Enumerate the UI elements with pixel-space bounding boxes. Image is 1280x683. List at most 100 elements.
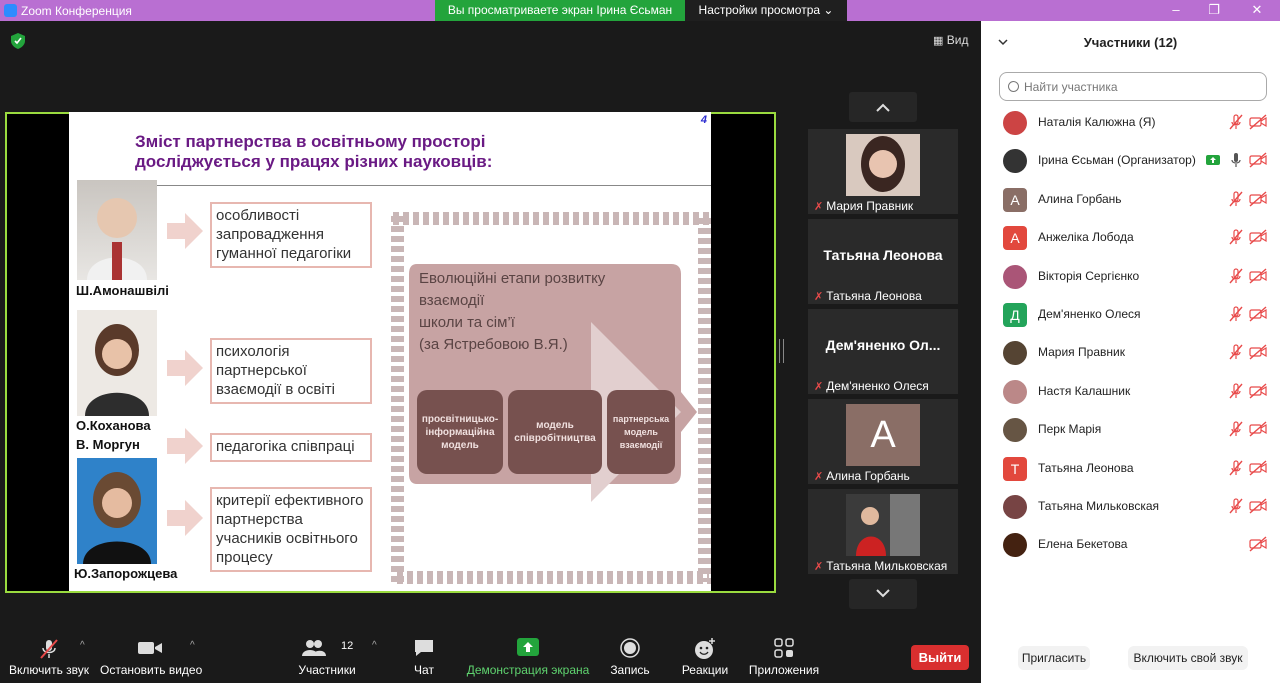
stop-video-label: Остановить видео: [100, 663, 203, 677]
chat-label: Чат: [414, 663, 434, 677]
audio-options-caret[interactable]: ^: [80, 640, 85, 651]
participant-row[interactable]: Ірина Єсьман (Организатор): [981, 142, 1280, 180]
participants-options-caret[interactable]: ^: [372, 640, 377, 651]
close-icon[interactable]: ✕: [1248, 2, 1266, 18]
avatar: [1003, 418, 1027, 443]
reactions-button[interactable]: Реакции: [678, 632, 732, 683]
meeting-toolbar: Включить звук ^ Остановить видео ^ 12 Уч…: [0, 632, 981, 683]
participant-row[interactable]: Д Дем'яненко Олеся: [981, 296, 1280, 334]
participant-row[interactable]: Перк Марія: [981, 411, 1280, 449]
video-tile[interactable]: Дем'яненко Ол... ✗ Дем'яненко Олеся: [808, 309, 958, 394]
avatar: [1003, 495, 1027, 519]
mic-muted-icon: ✗: [814, 201, 824, 213]
tile-name: ✗ Дем'яненко Олеся: [814, 379, 929, 393]
slide-heading: Зміст партнерства в освітньому просторі …: [135, 132, 615, 172]
participant-row[interactable]: Настя Калашник: [981, 373, 1280, 411]
video-tile[interactable]: ✗ Мария Правник: [808, 129, 958, 214]
grid-icon: ▦: [933, 35, 944, 47]
mic-muted-icon: [1228, 383, 1244, 399]
tile-name-text: Мария Правник: [826, 199, 914, 213]
invite-button[interactable]: Пригласить: [1018, 646, 1090, 670]
video-tile[interactable]: ✗ Татьяна Мильковская: [808, 489, 958, 574]
tiles-up-button[interactable]: [849, 92, 917, 122]
security-shield-icon[interactable]: [11, 33, 25, 49]
meeting-area: ▦ Вид 4 Зміст партнерства в освітньому п…: [0, 21, 981, 632]
presentation-slide: 4 Зміст партнерства в освітньому простор…: [69, 112, 711, 591]
person-name: О.Коханова: [76, 418, 151, 433]
view-button[interactable]: ▦ Вид: [933, 33, 968, 47]
minimize-icon[interactable]: –: [1167, 2, 1185, 18]
participant-row[interactable]: Мария Правник: [981, 334, 1280, 372]
participants-count: 12: [341, 640, 354, 652]
unmute-self-button[interactable]: Включить свой звук: [1128, 646, 1248, 670]
participant-row[interactable]: Елена Бекетова: [981, 526, 1280, 564]
participant-name: Мария Правник: [1038, 345, 1125, 360]
avatar: [1003, 341, 1027, 366]
view-label: Вид: [946, 33, 969, 47]
participant-row[interactable]: А Анжеліка Лобода: [981, 219, 1280, 257]
view-options-button[interactable]: Настройки просмотра ⌄: [685, 0, 847, 21]
person-name: Ю.Запорожцева: [74, 566, 178, 581]
mic-muted-icon: [1228, 306, 1244, 322]
video-options-caret[interactable]: ^: [190, 640, 195, 651]
mic-muted-icon: ✗: [814, 291, 824, 303]
mic-muted-icon: [1228, 114, 1244, 130]
photo-zaporozhtseva: [77, 458, 157, 564]
stop-video-button[interactable]: Остановить видео: [100, 632, 203, 683]
apps-button[interactable]: Приложения: [748, 632, 820, 683]
maximize-icon[interactable]: ❐: [1205, 2, 1223, 18]
tile-big-name: Татьяна Леонова: [823, 247, 943, 263]
splitter-handle[interactable]: [779, 339, 784, 363]
tile-name: ✗ Мария Правник: [814, 199, 913, 213]
slide-heading-line2: досліджується у працях різних науковців:: [135, 152, 493, 171]
participants-button[interactable]: 12 Участники: [295, 632, 359, 683]
share-screen-button[interactable]: Демонстрация экрана: [466, 632, 590, 683]
participant-video: [846, 494, 920, 556]
participant-name: Дем'яненко Олеся: [1038, 307, 1141, 321]
avatar: [1003, 149, 1027, 174]
chevron-down-icon: [876, 589, 890, 598]
frame-title: Еволюційні етапи розвитку взаємодії школ…: [419, 268, 669, 356]
participant-row[interactable]: Вікторія Сергієнко: [981, 258, 1280, 296]
person-name: Ш.Амонашвілі: [76, 283, 169, 298]
mic-on-icon: [1228, 152, 1244, 168]
participant-row[interactable]: Татьяна Мильковская: [981, 488, 1280, 526]
mic-muted-icon: ✗: [814, 381, 824, 393]
avatar: [1003, 264, 1027, 289]
record-button[interactable]: Запись: [606, 632, 654, 683]
leave-button[interactable]: Выйти: [911, 645, 969, 670]
photo-amonashvili: [77, 180, 157, 280]
pink-arrow-icon: [167, 213, 203, 249]
tiles-down-button[interactable]: [849, 579, 917, 609]
tile-big-name: Дем'яненко Ол...: [825, 337, 941, 353]
participant-row[interactable]: Наталія Калюжна (Я): [981, 104, 1280, 142]
participant-row[interactable]: Т Татьяна Леонова: [981, 450, 1280, 488]
chat-button[interactable]: Чат: [404, 632, 444, 683]
chevron-up-icon: [876, 103, 890, 112]
participant-search-input[interactable]: Найти участника: [999, 72, 1267, 101]
shared-screen: 4 Зміст партнерства в освітньому простор…: [5, 112, 776, 593]
video-off-icon: [1249, 460, 1267, 476]
mic-muted-icon: [1228, 344, 1244, 360]
topic-box: особливості запровадження гуманної педаг…: [210, 202, 372, 268]
topic-box: педагогіка співпраці: [210, 433, 372, 462]
video-tile[interactable]: Татьяна Леонова ✗ Татьяна Леонова: [808, 219, 958, 304]
participant-name: Татьяна Леонова: [1038, 460, 1134, 475]
stage-box: партнерська модель взаємодії: [607, 390, 675, 474]
video-off-icon: [1249, 268, 1267, 284]
mic-muted-icon: [1228, 191, 1244, 207]
participant-name: Ірина Єсьман (Организатор): [1038, 153, 1196, 168]
topic-box: критерії ефективного партнерства учасник…: [210, 487, 372, 572]
topic-box: психологія партнерської взаємодії в осві…: [210, 338, 372, 404]
video-tile[interactable]: A ✗ Алина Горбань: [808, 399, 958, 484]
tile-name: ✗ Татьяна Мильковская: [814, 559, 947, 573]
title-bar: Zoom Конференция Вы просматриваете экран…: [0, 0, 1280, 21]
video-off-icon: [1249, 383, 1267, 399]
video-off-icon: [1249, 498, 1267, 514]
avatar: [1003, 111, 1027, 135]
participants-panel: Участники (12) Найти участника Наталія К…: [981, 21, 1280, 683]
slide-heading-line1: Зміст партнерства в освітньому просторі: [135, 132, 486, 151]
participant-row[interactable]: А Алина Горбань: [981, 181, 1280, 219]
participant-name: Вікторія Сергієнко: [1038, 268, 1140, 283]
avatar: Д: [1003, 303, 1027, 327]
